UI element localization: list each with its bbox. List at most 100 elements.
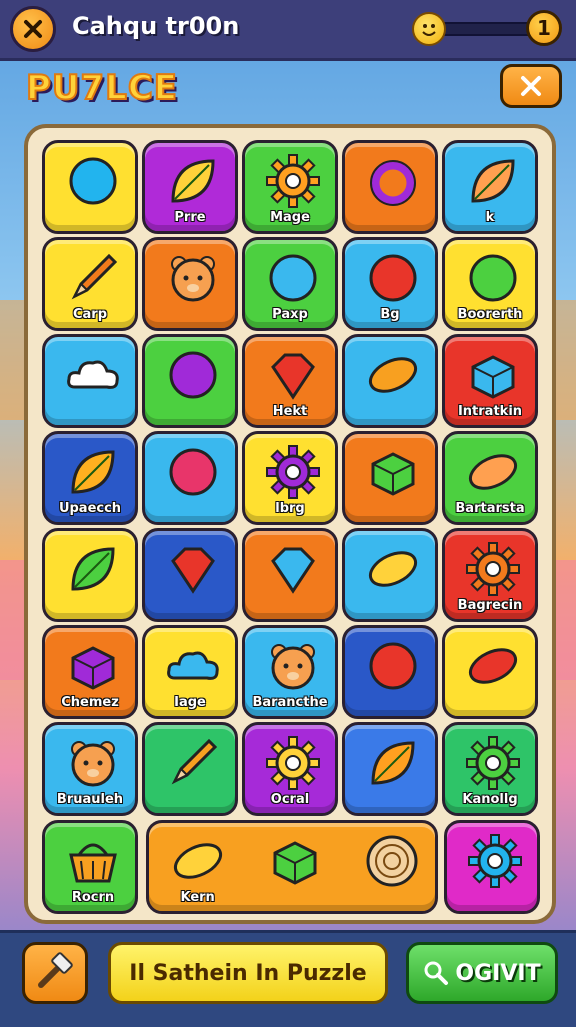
puzzle-tile[interactable] <box>142 722 238 816</box>
wood-slice-icon <box>366 835 418 887</box>
puzzle-tile[interactable] <box>142 334 238 428</box>
puzzle-tile[interactable] <box>142 237 238 331</box>
berries-icon <box>369 642 417 690</box>
tile-label: Kanollg <box>462 792 518 807</box>
puzzle-tile[interactable] <box>442 625 538 719</box>
puzzle-tile[interactable]: Ocral <box>242 722 338 816</box>
green-gear-icon <box>466 736 520 790</box>
level-badge: 1 <box>526 10 562 46</box>
tray-tile[interactable]: Rocrn <box>42 820 138 914</box>
puzzle-tile[interactable] <box>342 431 438 525</box>
apple-icon <box>369 254 417 302</box>
smiley-icon <box>412 12 446 46</box>
microphone-icon <box>468 648 518 684</box>
puzzle-tile[interactable] <box>342 722 438 816</box>
blue-gear-icon <box>468 834 522 888</box>
puzzle-tile[interactable]: Hekt <box>242 334 338 428</box>
puzzle-tile[interactable]: Upaecch <box>42 431 138 525</box>
tray-tile[interactable]: Kern <box>146 820 438 914</box>
red-gear-icon <box>466 542 520 596</box>
hammer-button[interactable] <box>22 942 88 1004</box>
tile-label: Paxp <box>272 307 308 322</box>
tile-label: Barancthe <box>252 695 328 710</box>
puzzle-tile[interactable] <box>42 528 138 622</box>
cloud-icon <box>67 360 119 389</box>
puzzle-tile[interactable] <box>142 431 238 525</box>
wing-icon <box>471 159 515 203</box>
ring-icon <box>370 160 416 206</box>
progress-meter: 1 <box>412 10 562 46</box>
green-ball-icon <box>469 254 517 302</box>
puzzle-tile[interactable]: Boorerth <box>442 237 538 331</box>
puzzle-tile[interactable]: Bartarsta <box>442 431 538 525</box>
puzzle-tile[interactable] <box>242 528 338 622</box>
camera-icon <box>71 646 115 690</box>
puzzle-tile[interactable] <box>42 334 138 428</box>
close-button[interactable] <box>10 6 56 52</box>
close-puzzle-button[interactable] <box>500 64 562 108</box>
search-icon <box>424 961 449 985</box>
tile-label: Boorerth <box>457 307 523 322</box>
close-icon <box>521 76 541 96</box>
search-puzzle-button[interactable]: Il Sathein In Puzzle <box>108 942 388 1004</box>
tray-label: Rocrn <box>71 890 115 905</box>
tile-label: Bg <box>380 307 400 322</box>
bear-icon <box>71 741 115 787</box>
game-title: Cahqu tr00n <box>72 12 240 40</box>
puzzle-tile[interactable] <box>42 140 138 234</box>
leaf-swirl-icon <box>171 159 215 203</box>
gear-icon <box>266 154 320 208</box>
top-bar: Cahqu tr00n 1 <box>0 0 576 61</box>
feather-icon <box>368 551 418 587</box>
puzzle-tile[interactable]: Kanollg <box>442 722 538 816</box>
block-icon <box>471 355 515 399</box>
tray-tile[interactable] <box>444 820 540 914</box>
puzzle-tile[interactable]: lbrg <box>242 431 338 525</box>
puzzle-tile[interactable]: Paxp <box>242 237 338 331</box>
puzzle-tile[interactable]: Bruauleh <box>42 722 138 816</box>
puzzle-tile[interactable]: Intratkin <box>442 334 538 428</box>
puzzle-tile[interactable] <box>342 334 438 428</box>
purple-balloon-icon <box>169 351 217 399</box>
joystick-icon <box>169 448 217 496</box>
tile-label: Carp <box>72 307 108 322</box>
search-puzzle-label: Il Sathein In Puzzle <box>129 960 367 986</box>
taco-icon <box>173 843 222 879</box>
close-icon <box>24 20 42 38</box>
puzzle-tile[interactable] <box>342 528 438 622</box>
green-cube-icon <box>273 841 317 885</box>
puzzle-tile[interactable]: Bagrecin <box>442 528 538 622</box>
tile-label: Prre <box>174 210 206 225</box>
purple-gear-icon <box>266 445 320 499</box>
puzzle-tile[interactable]: Barancthe <box>242 625 338 719</box>
heart-gem-icon <box>171 547 215 594</box>
item-tray: Rocrn Kern <box>40 820 540 916</box>
sun-gear-icon <box>266 736 320 790</box>
go-label: OGIVIT <box>455 960 541 986</box>
tile-label: Mage <box>270 210 310 225</box>
tile-label: Upaecch <box>58 501 122 516</box>
go-button[interactable]: OGIVIT <box>406 942 558 1004</box>
shell-icon <box>468 454 518 490</box>
tile-label: Iage <box>174 695 206 710</box>
tile-label: k <box>485 210 495 225</box>
bread-icon <box>368 357 418 393</box>
puzzle-title: PU7LCE <box>25 67 179 109</box>
puzzle-tile[interactable]: Carp <box>42 237 138 331</box>
puzzle-tile[interactable]: k <box>442 140 538 234</box>
puzzle-tile[interactable]: Bg <box>342 237 438 331</box>
puzzle-tile[interactable] <box>142 528 238 622</box>
puzzle-tile[interactable]: Chemez <box>42 625 138 719</box>
star-swoosh-icon <box>71 450 115 494</box>
tile-label: Bruauleh <box>56 792 124 807</box>
tile-label: Chemez <box>61 695 119 710</box>
bear-face-icon <box>271 644 315 690</box>
puzzle-tile[interactable] <box>342 140 438 234</box>
basket-icon <box>69 843 117 883</box>
puzzle-tile[interactable]: Iage <box>142 625 238 719</box>
puzzle-tile[interactable] <box>342 625 438 719</box>
kite-icon <box>271 547 315 594</box>
puzzle-tile[interactable]: Mage <box>242 140 338 234</box>
puzzle-tile[interactable]: Prre <box>142 140 238 234</box>
splash-icon <box>167 651 219 680</box>
